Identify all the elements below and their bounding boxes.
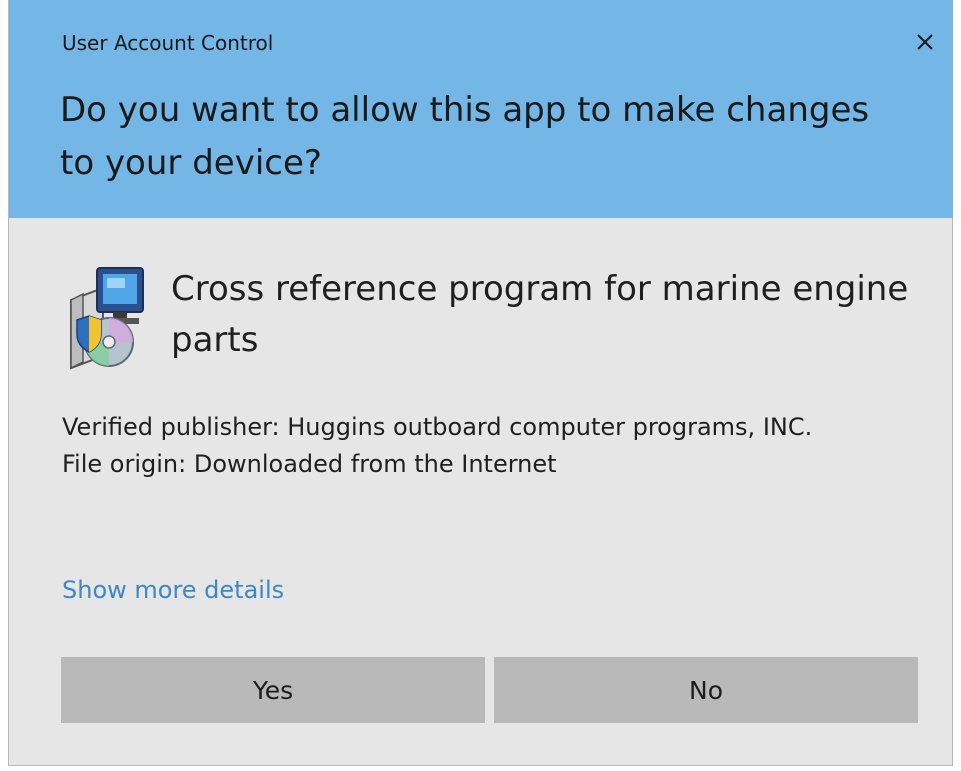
show-more-details-link[interactable]: Show more details <box>62 576 284 604</box>
close-button[interactable] <box>907 24 943 60</box>
uac-dialog: User Account Control Do you want to allo… <box>8 0 953 766</box>
dialog-question: Do you want to allow this app to make ch… <box>60 90 870 183</box>
window-title: User Account Control <box>62 31 274 55</box>
yes-button[interactable]: Yes <box>61 657 485 723</box>
dialog-header: User Account Control Do you want to allo… <box>9 0 953 218</box>
origin-line: File origin: Downloaded from the Interne… <box>62 450 557 478</box>
installer-icon <box>63 262 149 372</box>
no-button[interactable]: No <box>494 657 918 723</box>
publisher-line: Verified publisher: Huggins outboard com… <box>62 413 813 441</box>
close-icon <box>917 34 933 50</box>
app-name: Cross reference program for marine engin… <box>171 269 909 360</box>
publisher-info: Verified publisher: Huggins outboard com… <box>62 409 902 483</box>
